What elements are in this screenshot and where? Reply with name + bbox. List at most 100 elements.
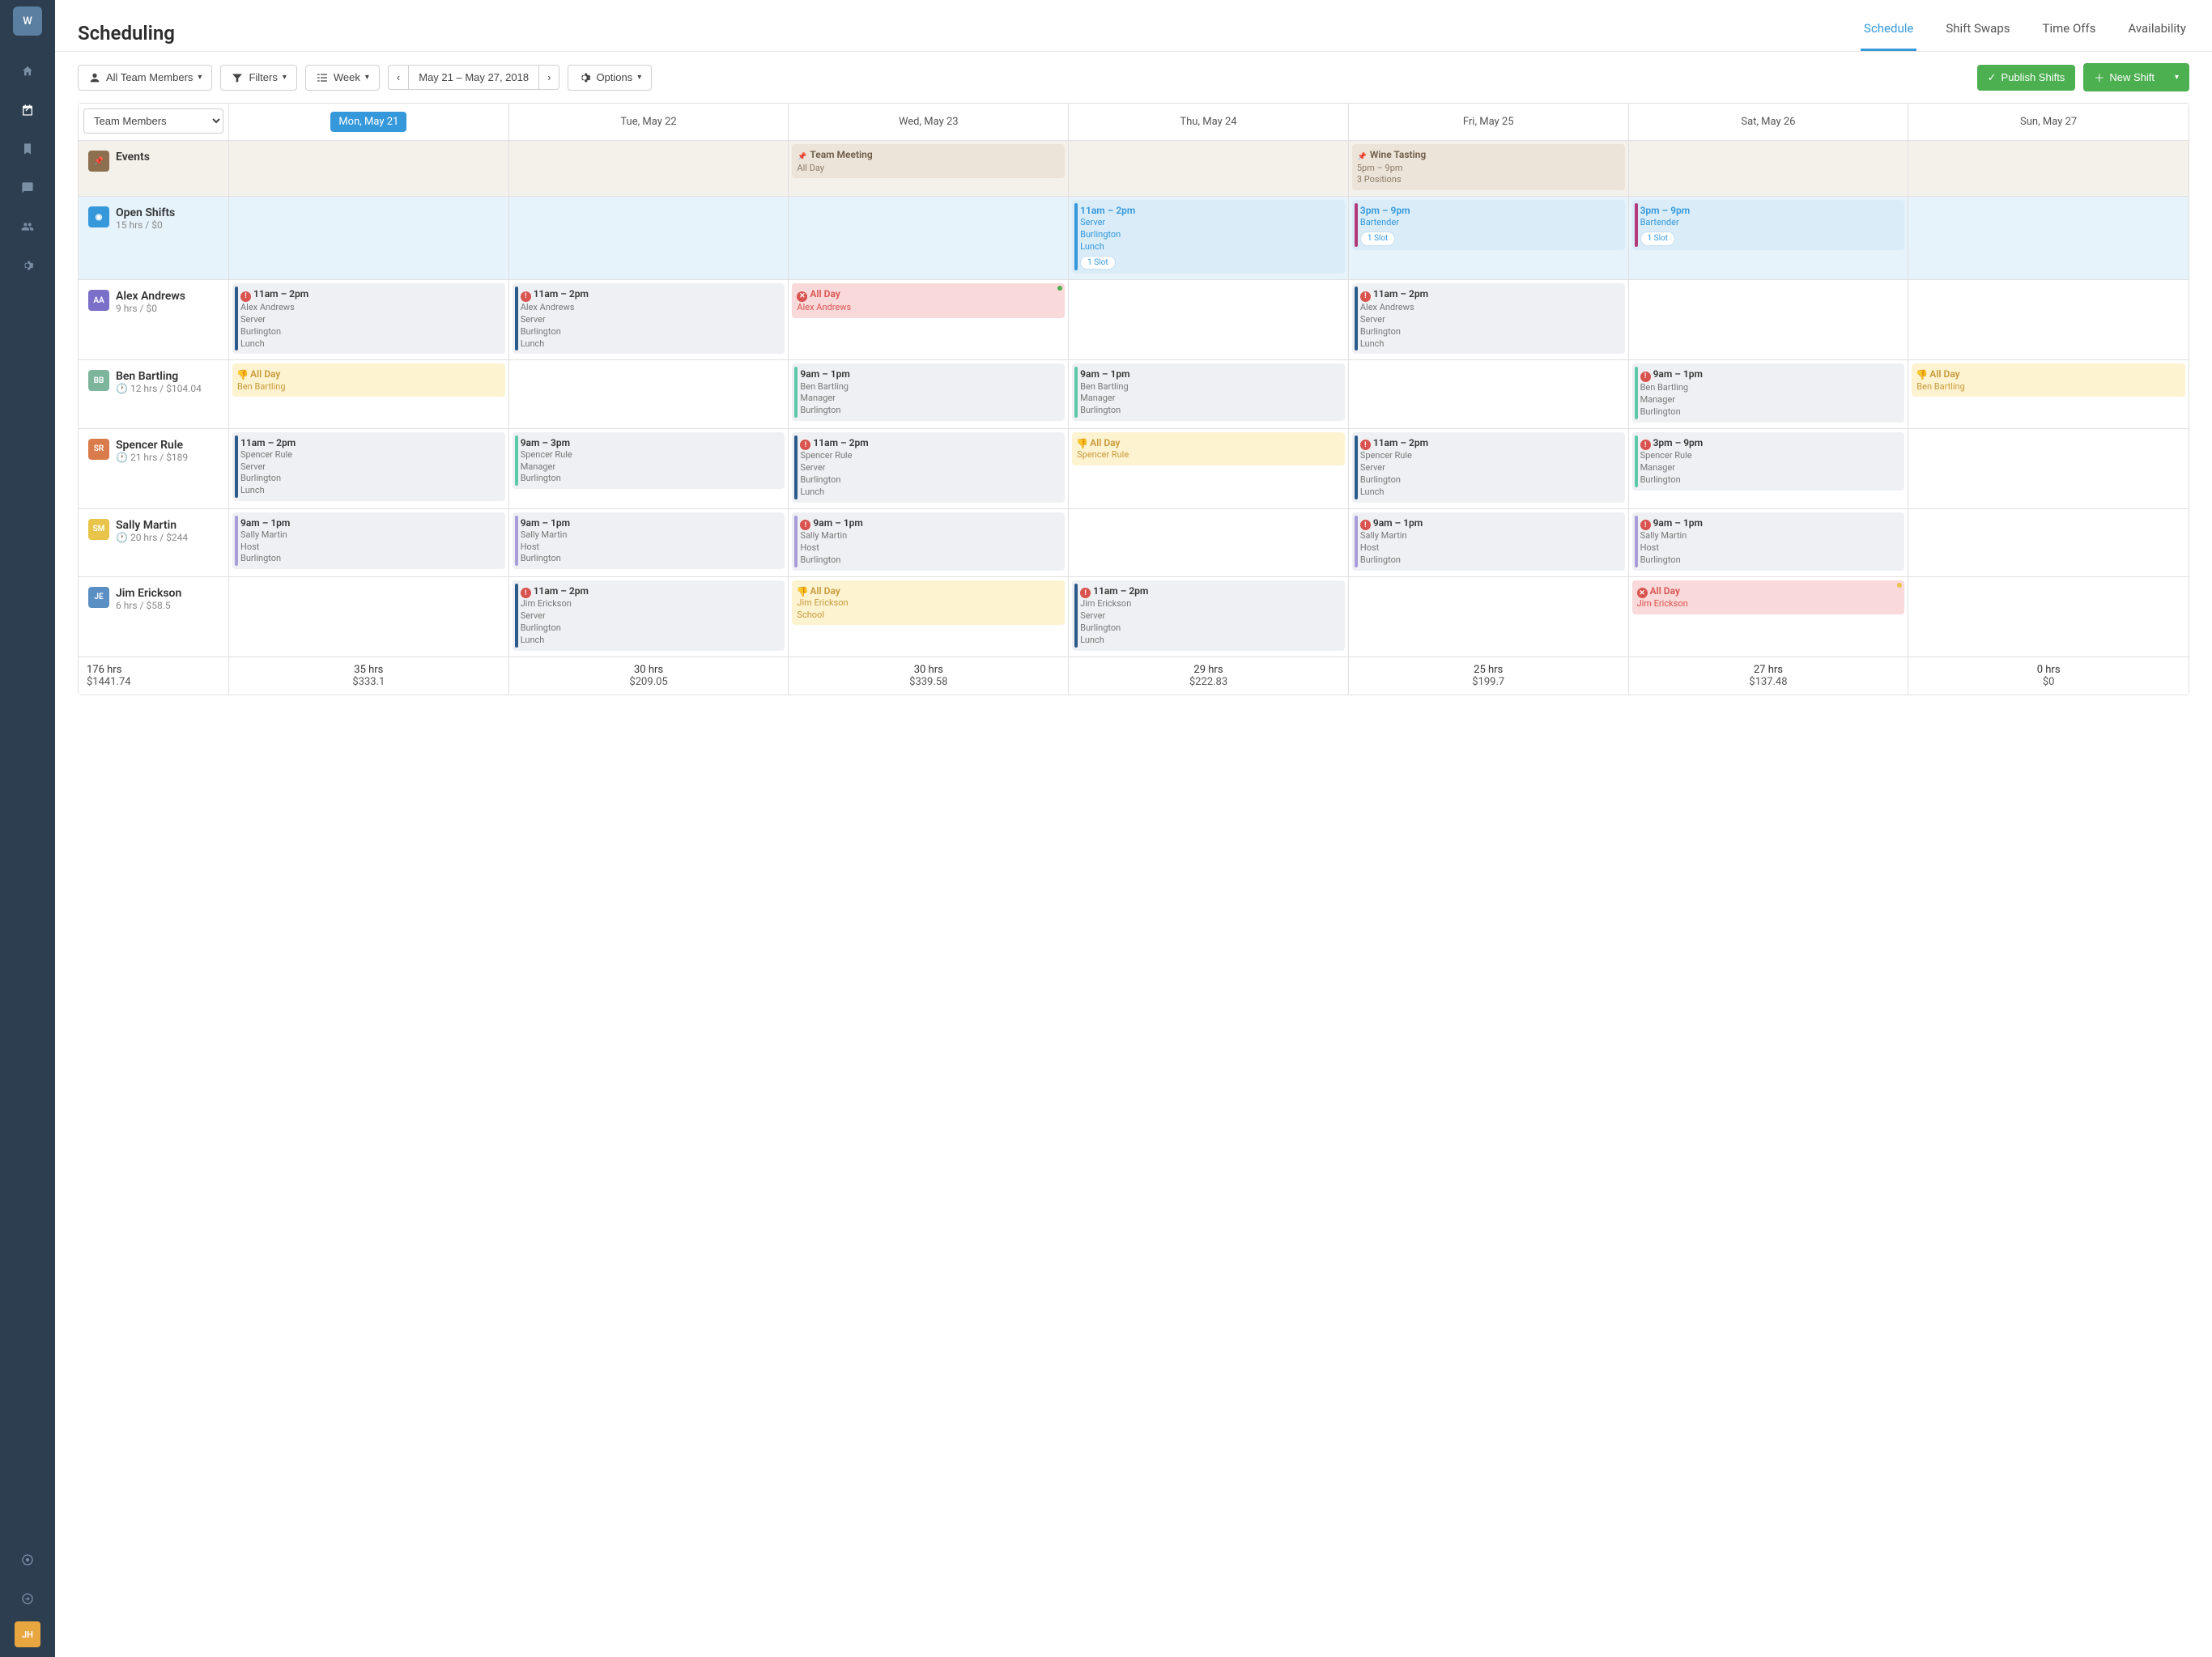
- shift-card[interactable]: ✕All DayAlex Andrews: [792, 283, 1065, 317]
- member-avatar[interactable]: AA: [88, 290, 109, 311]
- schedule-cell[interactable]: 9am – 1pmBen BartlingManagerBurlington: [1069, 360, 1349, 427]
- shift-card[interactable]: 9am – 3pmSpencer RuleManagerBurlington: [513, 432, 785, 490]
- shift-card[interactable]: !11am – 2pmAlex AndrewsServerBurlingtonL…: [1352, 283, 1625, 354]
- member-name[interactable]: Ben Bartling: [116, 370, 202, 383]
- day-header[interactable]: Thu, May 24: [1069, 104, 1349, 140]
- member-avatar[interactable]: JE: [88, 587, 109, 608]
- schedule-cell[interactable]: [229, 577, 509, 656]
- home-icon[interactable]: [11, 55, 44, 87]
- shift-card[interactable]: !11am – 2pmAlex AndrewsServerBurlingtonL…: [232, 283, 505, 354]
- schedule-cell[interactable]: !11am – 2pmSpencer RuleServerBurlingtonL…: [1349, 429, 1629, 508]
- user-avatar[interactable]: JH: [15, 1621, 40, 1647]
- shift-card[interactable]: !9am – 1pmBen BartlingManagerBurlington: [1632, 363, 1905, 422]
- shift-card[interactable]: 11am – 2pmSpencer RuleServerBurlingtonLu…: [232, 432, 505, 502]
- schedule-cell[interactable]: 👎All DayJim EricksonSchool: [789, 577, 1069, 656]
- member-name[interactable]: Alex Andrews: [116, 290, 185, 303]
- shift-card[interactable]: 👎All DayBen Bartling: [232, 363, 505, 397]
- member-name[interactable]: Sally Martin: [116, 519, 188, 532]
- filters-button[interactable]: Filters ▾: [220, 65, 296, 91]
- people-icon[interactable]: [11, 210, 44, 243]
- schedule-cell[interactable]: [1349, 577, 1629, 656]
- workspace-logo[interactable]: W: [13, 6, 42, 36]
- schedule-cell[interactable]: !9am – 1pmSally MartinHostBurlington: [789, 509, 1069, 576]
- schedule-cell[interactable]: [509, 141, 789, 196]
- schedule-cell[interactable]: [789, 197, 1069, 279]
- team-members-select[interactable]: Team Members: [83, 108, 223, 134]
- schedule-cell[interactable]: 9am – 3pmSpencer RuleManagerBurlington: [509, 429, 789, 508]
- schedule-cell[interactable]: [1908, 141, 2189, 196]
- schedule-cell[interactable]: !11am – 2pmAlex AndrewsServerBurlingtonL…: [509, 280, 789, 359]
- shift-card[interactable]: 👎All DayJim EricksonSchool: [792, 580, 1065, 626]
- schedule-cell[interactable]: 👎All DayBen Bartling: [229, 360, 509, 427]
- day-header[interactable]: Fri, May 25: [1349, 104, 1629, 140]
- date-range-button[interactable]: May 21 – May 27, 2018: [408, 65, 539, 90]
- schedule-cell[interactable]: 11am – 2pmServerBurlingtonLunch1 Slot: [1069, 197, 1349, 279]
- schedule-cell[interactable]: [1908, 509, 2189, 576]
- schedule-cell[interactable]: !3pm – 9pmSpencer RuleManagerBurlington: [1629, 429, 1909, 508]
- schedule-cell[interactable]: 📌Wine Tasting5pm – 9pm3 Positions: [1349, 141, 1629, 196]
- schedule-cell[interactable]: 9am – 1pmSally MartinHostBurlington: [509, 509, 789, 576]
- next-week-button[interactable]: ›: [538, 65, 559, 90]
- schedule-cell[interactable]: 👎All DaySpencer Rule: [1069, 429, 1349, 508]
- schedule-cell[interactable]: [1069, 509, 1349, 576]
- shift-card[interactable]: !9am – 1pmSally MartinHostBurlington: [1632, 512, 1905, 571]
- schedule-cell[interactable]: ✕All DayAlex Andrews: [789, 280, 1069, 359]
- schedule-cell[interactable]: !9am – 1pmSally MartinHostBurlington: [1349, 509, 1629, 576]
- chat-icon[interactable]: [11, 172, 44, 204]
- shift-card[interactable]: 👎All DaySpencer Rule: [1072, 432, 1345, 465]
- tab-schedule[interactable]: Schedule: [1861, 15, 1916, 51]
- tab-time-offs[interactable]: Time Offs: [2040, 15, 2099, 51]
- team-filter-dropdown[interactable]: All Team Members ▾: [78, 65, 212, 91]
- view-dropdown[interactable]: Week ▾: [305, 65, 380, 91]
- publish-shifts-button[interactable]: ✓ Publish Shifts: [1977, 65, 2076, 91]
- shift-card[interactable]: 9am – 1pmBen BartlingManagerBurlington: [792, 363, 1065, 421]
- schedule-cell[interactable]: ✕All DayJim Erickson: [1629, 577, 1909, 656]
- member-avatar[interactable]: SM: [88, 519, 109, 540]
- schedule-cell[interactable]: !11am – 2pmJim EricksonServerBurlingtonL…: [1069, 577, 1349, 656]
- schedule-cell[interactable]: !11am – 2pmSpencer RuleServerBurlingtonL…: [789, 429, 1069, 508]
- member-avatar[interactable]: BB: [88, 370, 109, 391]
- schedule-cell[interactable]: 9am – 1pmSally MartinHostBurlington: [229, 509, 509, 576]
- bookmark-icon[interactable]: [11, 133, 44, 165]
- tab-shift-swaps[interactable]: Shift Swaps: [1942, 15, 2013, 51]
- schedule-cell[interactable]: !11am – 2pmAlex AndrewsServerBurlingtonL…: [229, 280, 509, 359]
- new-shift-button[interactable]: ＋ New Shift: [2083, 63, 2165, 91]
- logout-icon[interactable]: [11, 1583, 44, 1615]
- schedule-icon[interactable]: [11, 94, 44, 126]
- schedule-cell[interactable]: [509, 360, 789, 427]
- shift-card[interactable]: !3pm – 9pmSpencer RuleManagerBurlington: [1632, 432, 1905, 491]
- schedule-cell[interactable]: 👎All DayBen Bartling: [1908, 360, 2189, 427]
- day-header[interactable]: Sun, May 27: [1908, 104, 2189, 140]
- schedule-cell[interactable]: [1629, 280, 1909, 359]
- schedule-cell[interactable]: [1629, 141, 1909, 196]
- shift-card[interactable]: 9am – 1pmBen BartlingManagerBurlington: [1072, 363, 1345, 421]
- schedule-cell[interactable]: 3pm – 9pmBartender1 Slot: [1349, 197, 1629, 279]
- schedule-cell[interactable]: !9am – 1pmSally MartinHostBurlington: [1629, 509, 1909, 576]
- schedule-cell[interactable]: !11am – 2pmJim EricksonServerBurlingtonL…: [509, 577, 789, 656]
- shift-card[interactable]: ✕All DayJim Erickson: [1632, 580, 1905, 614]
- shift-card[interactable]: 9am – 1pmSally MartinHostBurlington: [232, 512, 505, 570]
- schedule-cell[interactable]: [509, 197, 789, 279]
- shift-card[interactable]: 3pm – 9pmBartender1 Slot: [1632, 200, 1905, 250]
- new-shift-dropdown[interactable]: ▾: [2164, 63, 2189, 91]
- settings-icon[interactable]: [11, 249, 44, 282]
- schedule-cell[interactable]: [1069, 280, 1349, 359]
- help-icon[interactable]: [11, 1544, 44, 1576]
- schedule-cell[interactable]: [1069, 141, 1349, 196]
- member-name[interactable]: Spencer Rule: [116, 439, 188, 452]
- schedule-cell[interactable]: !11am – 2pmAlex AndrewsServerBurlingtonL…: [1349, 280, 1629, 359]
- shift-card[interactable]: 11am – 2pmServerBurlingtonLunch1 Slot: [1072, 200, 1345, 274]
- schedule-cell[interactable]: [229, 197, 509, 279]
- shift-card[interactable]: !11am – 2pmAlex AndrewsServerBurlingtonL…: [513, 283, 785, 354]
- shift-card[interactable]: 9am – 1pmSally MartinHostBurlington: [513, 512, 785, 570]
- shift-card[interactable]: !11am – 2pmSpencer RuleServerBurlingtonL…: [1352, 432, 1625, 503]
- schedule-cell[interactable]: !9am – 1pmBen BartlingManagerBurlington: [1629, 360, 1909, 427]
- schedule-cell[interactable]: [229, 141, 509, 196]
- tab-availability[interactable]: Availability: [2125, 15, 2189, 51]
- shift-card[interactable]: !11am – 2pmJim EricksonServerBurlingtonL…: [513, 580, 785, 651]
- prev-week-button[interactable]: ‹: [388, 65, 409, 90]
- schedule-cell[interactable]: [1349, 360, 1629, 427]
- schedule-cell[interactable]: [1908, 429, 2189, 508]
- schedule-cell[interactable]: 📌Team MeetingAll Day: [789, 141, 1069, 196]
- day-header[interactable]: Wed, May 23: [789, 104, 1069, 140]
